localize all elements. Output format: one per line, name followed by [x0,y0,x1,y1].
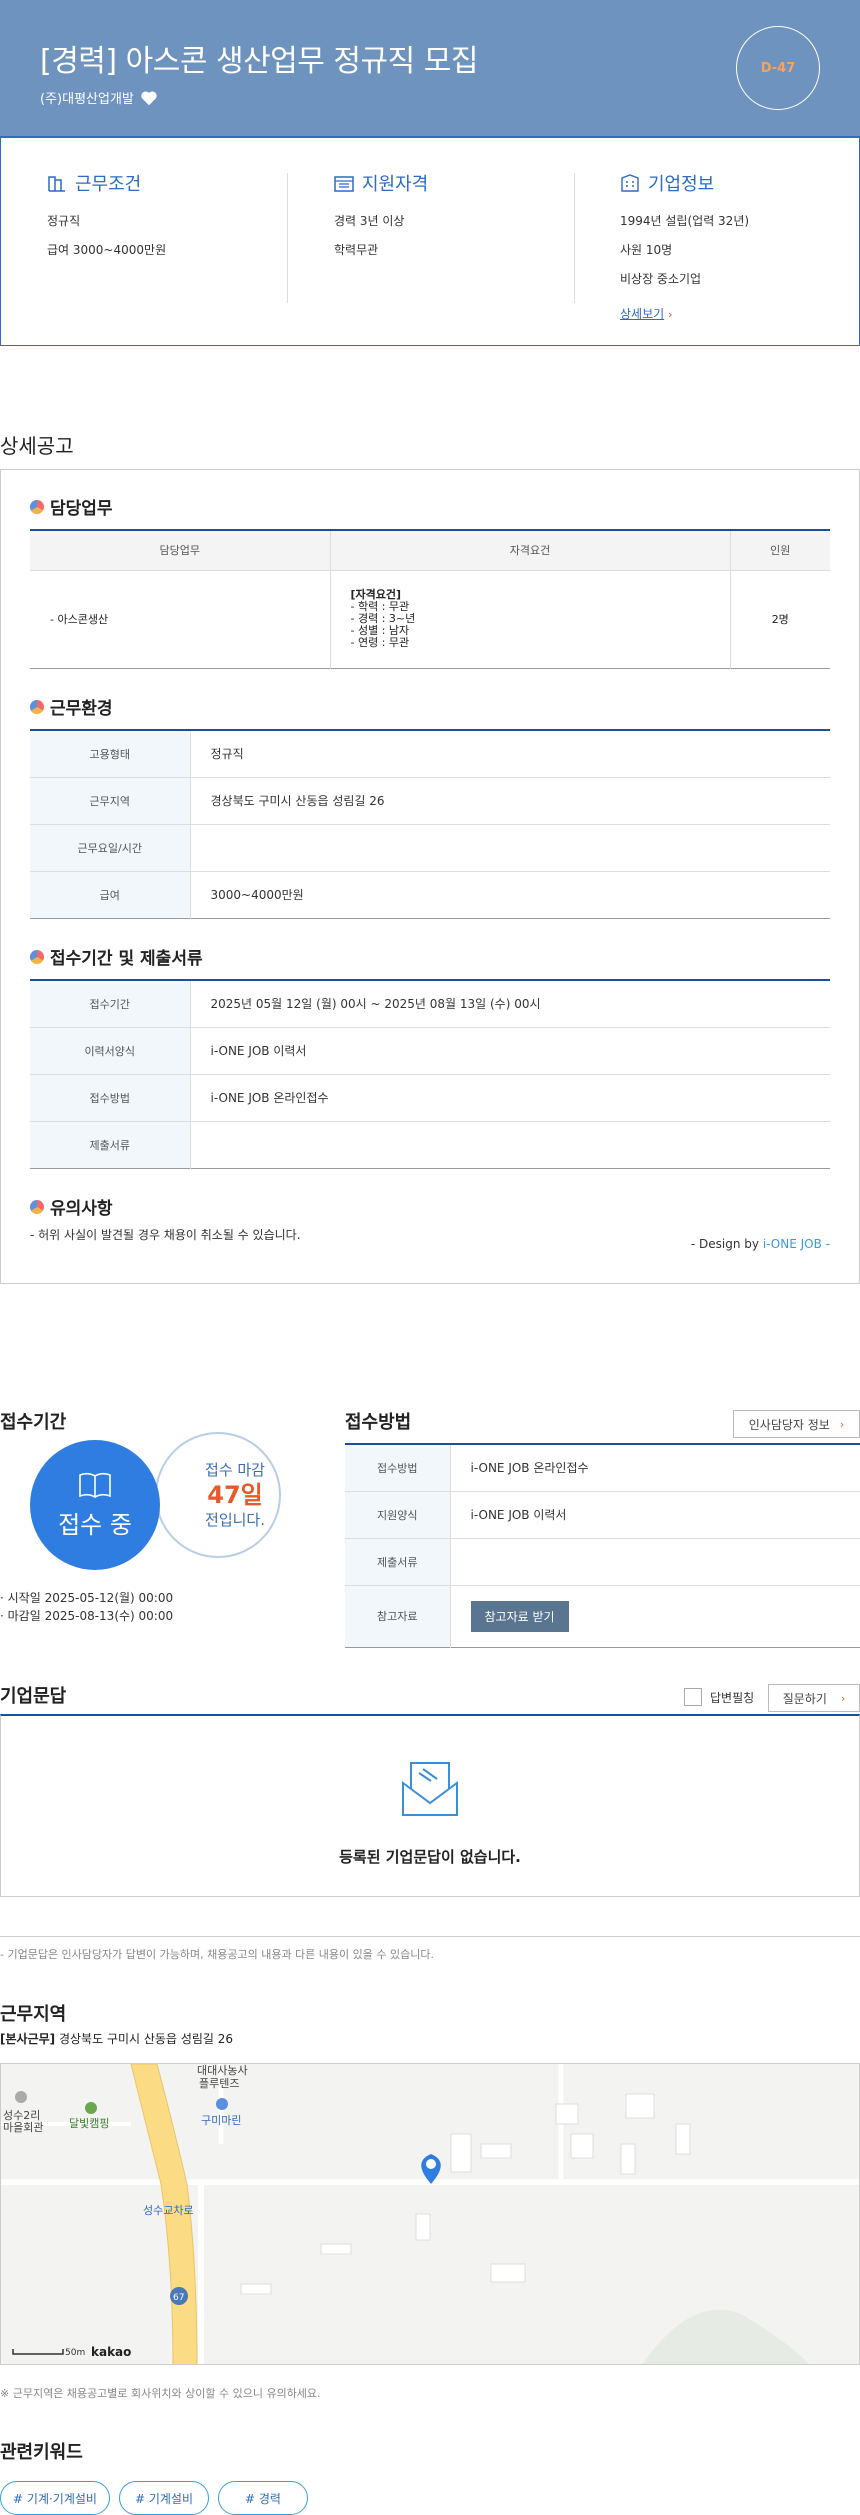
map-road-label: 67 [173,2293,184,2303]
method-title: 접수방법 [345,1412,412,1433]
map-label-bridge: 성수교차로 [143,2204,194,2217]
table-row: 지원양식 i-ONE JOB 이력서 [345,1491,860,1539]
status-circle: 접수 중 [30,1440,160,1570]
table-row: 접수기간 2025년 05월 12일 (월) 00시 ~ 2025년 08월 13… [30,980,830,1028]
keywords-title: 관련키워드 [0,2442,83,2463]
bullet-icon [30,499,44,514]
qualification: 지원자격 경력 3년 이상 학력무관 [334,174,429,257]
qual-cell: [자격요건] - 학력 : 무관 - 경력 : 3~년 - 성별 : 남자 - … [330,570,731,668]
location-address: [본사근무] 경상북도 구미시 산동읍 성림길 26 [0,2032,234,2046]
svg-text:마을회관: 마을회관 [3,2121,43,2134]
envelope-icon [402,1762,458,1816]
start-date: · 시작일 2025-05-12(월) 00:00 [0,1591,174,1605]
env-table: 고용형태 정규직 근무지역 경상북도 구미시 산동읍 성림길 26 근무요일/시간 … [30,729,830,919]
keyword-tag[interactable]: # 기계설비 [119,2481,209,2515]
bullet-icon [30,699,44,714]
company-info: 기업정보 1994년 설립(업력 32년) 사원 10명 비상장 중소기업 상세… [620,174,750,321]
duty-table: 담당업무 자격요건 인원 - 아스콘생산 [자격요건] - 학력 : 무관 - … [30,529,830,669]
svg-text:플루텐즈: 플루텐즈 [199,2077,239,2090]
section-title-detail: 상세공고 [0,434,74,458]
period-heading: 접수기간 및 제출서류 [30,944,203,969]
table-row: 급여 3000~4000만원 [30,871,830,918]
company-detail-link[interactable]: 상세보기 [620,307,664,321]
bullet-icon [30,949,44,964]
location-title: 근무지역 [0,2004,67,2025]
qa-note: - 기업문답은 인사담당자가 답변이 가능하며, 채용공고의 내용과 다른 내용… [0,1948,434,1961]
company-link[interactable]: (주)대평산업개발 [40,88,134,107]
bullet-icon [30,1199,44,1214]
heart-icon[interactable] [140,90,158,106]
table-row: 이력서양식 i-ONE JOB 이력서 [30,1027,830,1075]
deadline-circle: 접수 마감 47일 전입니다. [155,1432,281,1558]
table-row: 참고자료 참고자료 받기 [345,1585,860,1647]
table-row: 접수방법 i-ONE JOB 온라인접수 [345,1444,860,1492]
count-cell: 2명 [771,613,789,626]
map-brand: kakao [91,2345,131,2359]
map-canvas[interactable]: 67 성수2리 마을회관 달빛캠핑 대대사농사 플루텐즈 구미마린 성수교차로 … [1,2064,860,2365]
map-label-camp: 달빛캠핑 [69,2117,109,2130]
location-note: ※ 근무지역은 채용공고별로 회사위치와 상이할 수 있으니 유의하세요. [0,2387,321,2400]
table-row: 제출서류 [345,1538,860,1586]
table-row: 제출서류 [30,1121,830,1168]
page-title: [경력] 아스콘 생산업무 정규직 모집 [40,44,478,79]
divider [0,1936,860,1937]
keyword-tag[interactable]: # 기계·기계설비 [0,2481,110,2515]
answered-only-checkbox[interactable]: 답변필칭 [684,1688,754,1706]
table-row: 근무요일/시간 [30,824,830,872]
book-icon [79,1472,111,1498]
map-label-marina: 구미마린 [201,2114,241,2127]
env-heading: 근무환경 [30,694,113,719]
map-view[interactable]: 67 성수2리 마을회관 달빛캠핑 대대사농사 플루텐즈 구미마린 성수교차로 … [0,2063,860,2365]
notice-heading: 유의사항 [30,1194,113,1219]
dday-badge: D-47 [736,26,820,110]
table-row: 고용형태 정규직 [30,730,830,778]
office-icon [621,174,639,192]
method-table: 접수방법 i-ONE JOB 온라인접수 지원양식 i-ONE JOB 이력서 제출… [345,1443,860,1648]
checkbox-icon[interactable] [684,1688,702,1706]
end-date: · 마감일 2025-08-13(수) 00:00 [0,1609,174,1623]
summary-panel: 근무조건 정규직 급여 3000~4000만원 지원자격 경력 3년 이상 학력… [0,136,860,346]
qa-title: 기업문답 [0,1686,67,1707]
notice-text: - 허위 사실이 발견될 경우 채용이 취소될 수 있습니다. [30,1228,301,1242]
map-label-plant: 대대사농사 [197,2064,248,2077]
design-credit: - Design by i-ONE JOB - [690,1237,830,1251]
duty-heading: 담당업무 [30,494,113,519]
chevron-right-icon: › [839,1417,845,1431]
qa-empty-message: 등록된 기업문답이 없습니다. [339,1848,521,1866]
keyword-tag[interactable]: # 경력 [218,2481,308,2515]
period-title: 접수기간 [0,1412,67,1433]
table-row: 접수방법 i-ONE JOB 온라인접수 [30,1074,830,1122]
hr-info-button[interactable]: 인사담당자 정보 › [733,1410,860,1438]
calendar-icon [334,176,354,192]
ask-question-button[interactable]: 질문하기 › [768,1684,860,1712]
work-condition: 근무조건 정규직 급여 3000~4000만원 [47,174,167,257]
reference-download-button[interactable]: 참고자료 받기 [470,1600,569,1632]
divider [574,173,575,303]
period-table: 접수기간 2025년 05월 12일 (월) 00시 ~ 2025년 08월 13… [30,979,830,1169]
chevron-right-icon: › [668,308,673,321]
map-scale-label: 50m [65,2348,85,2358]
chevron-right-icon: › [840,1691,846,1705]
duty-cell: - 아스콘생산 [30,570,331,668]
divider [287,173,288,303]
building-icon [48,176,65,192]
table-row: 근무지역 경상북도 구미시 산동읍 성림길 26 [30,777,830,825]
company-name: (주)대평산업개발 [40,88,158,107]
